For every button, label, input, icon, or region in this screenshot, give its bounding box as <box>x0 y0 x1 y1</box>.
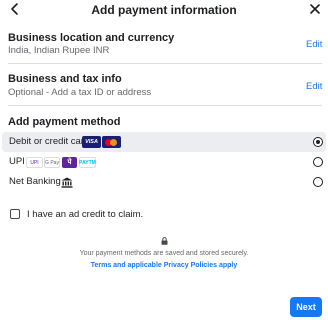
payment-option-radio[interactable] <box>313 157 323 167</box>
phonepe-icon: पे <box>62 157 77 168</box>
payment-option-radio[interactable] <box>313 137 323 147</box>
payment-method-title: Add payment method <box>8 116 121 128</box>
payment-option-label: Debit or credit card <box>9 136 90 147</box>
business-tax-title: Business and tax info <box>8 73 122 85</box>
payment-option-label: Net Banking <box>9 176 61 187</box>
ad-credit-label[interactable]: I have an ad credit to claim. <box>27 209 143 220</box>
close-button[interactable] <box>308 1 322 17</box>
divider <box>8 63 322 64</box>
paytm-icon: PAYTM <box>79 157 96 168</box>
divider <box>8 105 322 106</box>
next-button[interactable]: Next <box>290 297 322 317</box>
payment-option-card[interactable]: Debit or credit card VISA <box>2 132 326 152</box>
business-location-title: Business location and currency <box>8 32 175 44</box>
secure-storage-note: Your payment methods are saved and store… <box>79 250 249 257</box>
edit-business-location-link[interactable]: Edit <box>306 39 322 50</box>
edit-business-tax-link[interactable]: Edit <box>306 81 322 92</box>
close-icon <box>310 4 320 14</box>
dialog-header: Add payment information <box>0 0 328 20</box>
lock-icon <box>161 237 168 245</box>
visa-icon: VISA <box>82 136 101 148</box>
payment-option-net-banking[interactable]: Net Banking <box>2 172 326 192</box>
upi-icon: UPI <box>26 157 43 168</box>
payment-option-upi[interactable]: UPI UPI G Pay पे PAYTM <box>2 152 326 172</box>
terms-privacy-link[interactable]: Terms and applicable Privacy Policies ap… <box>0 262 328 269</box>
business-location-value: India, Indian Rupee INR <box>8 45 110 56</box>
business-tax-value: Optional - Add a tax ID or address <box>8 87 152 98</box>
page-title: Add payment information <box>91 3 237 17</box>
bank-icon <box>61 177 73 188</box>
payment-option-label: UPI <box>9 156 25 167</box>
gpay-icon: G Pay <box>44 157 60 168</box>
payment-option-radio[interactable] <box>313 177 323 187</box>
ad-credit-checkbox[interactable] <box>10 209 20 219</box>
mastercard-icon <box>102 136 121 148</box>
